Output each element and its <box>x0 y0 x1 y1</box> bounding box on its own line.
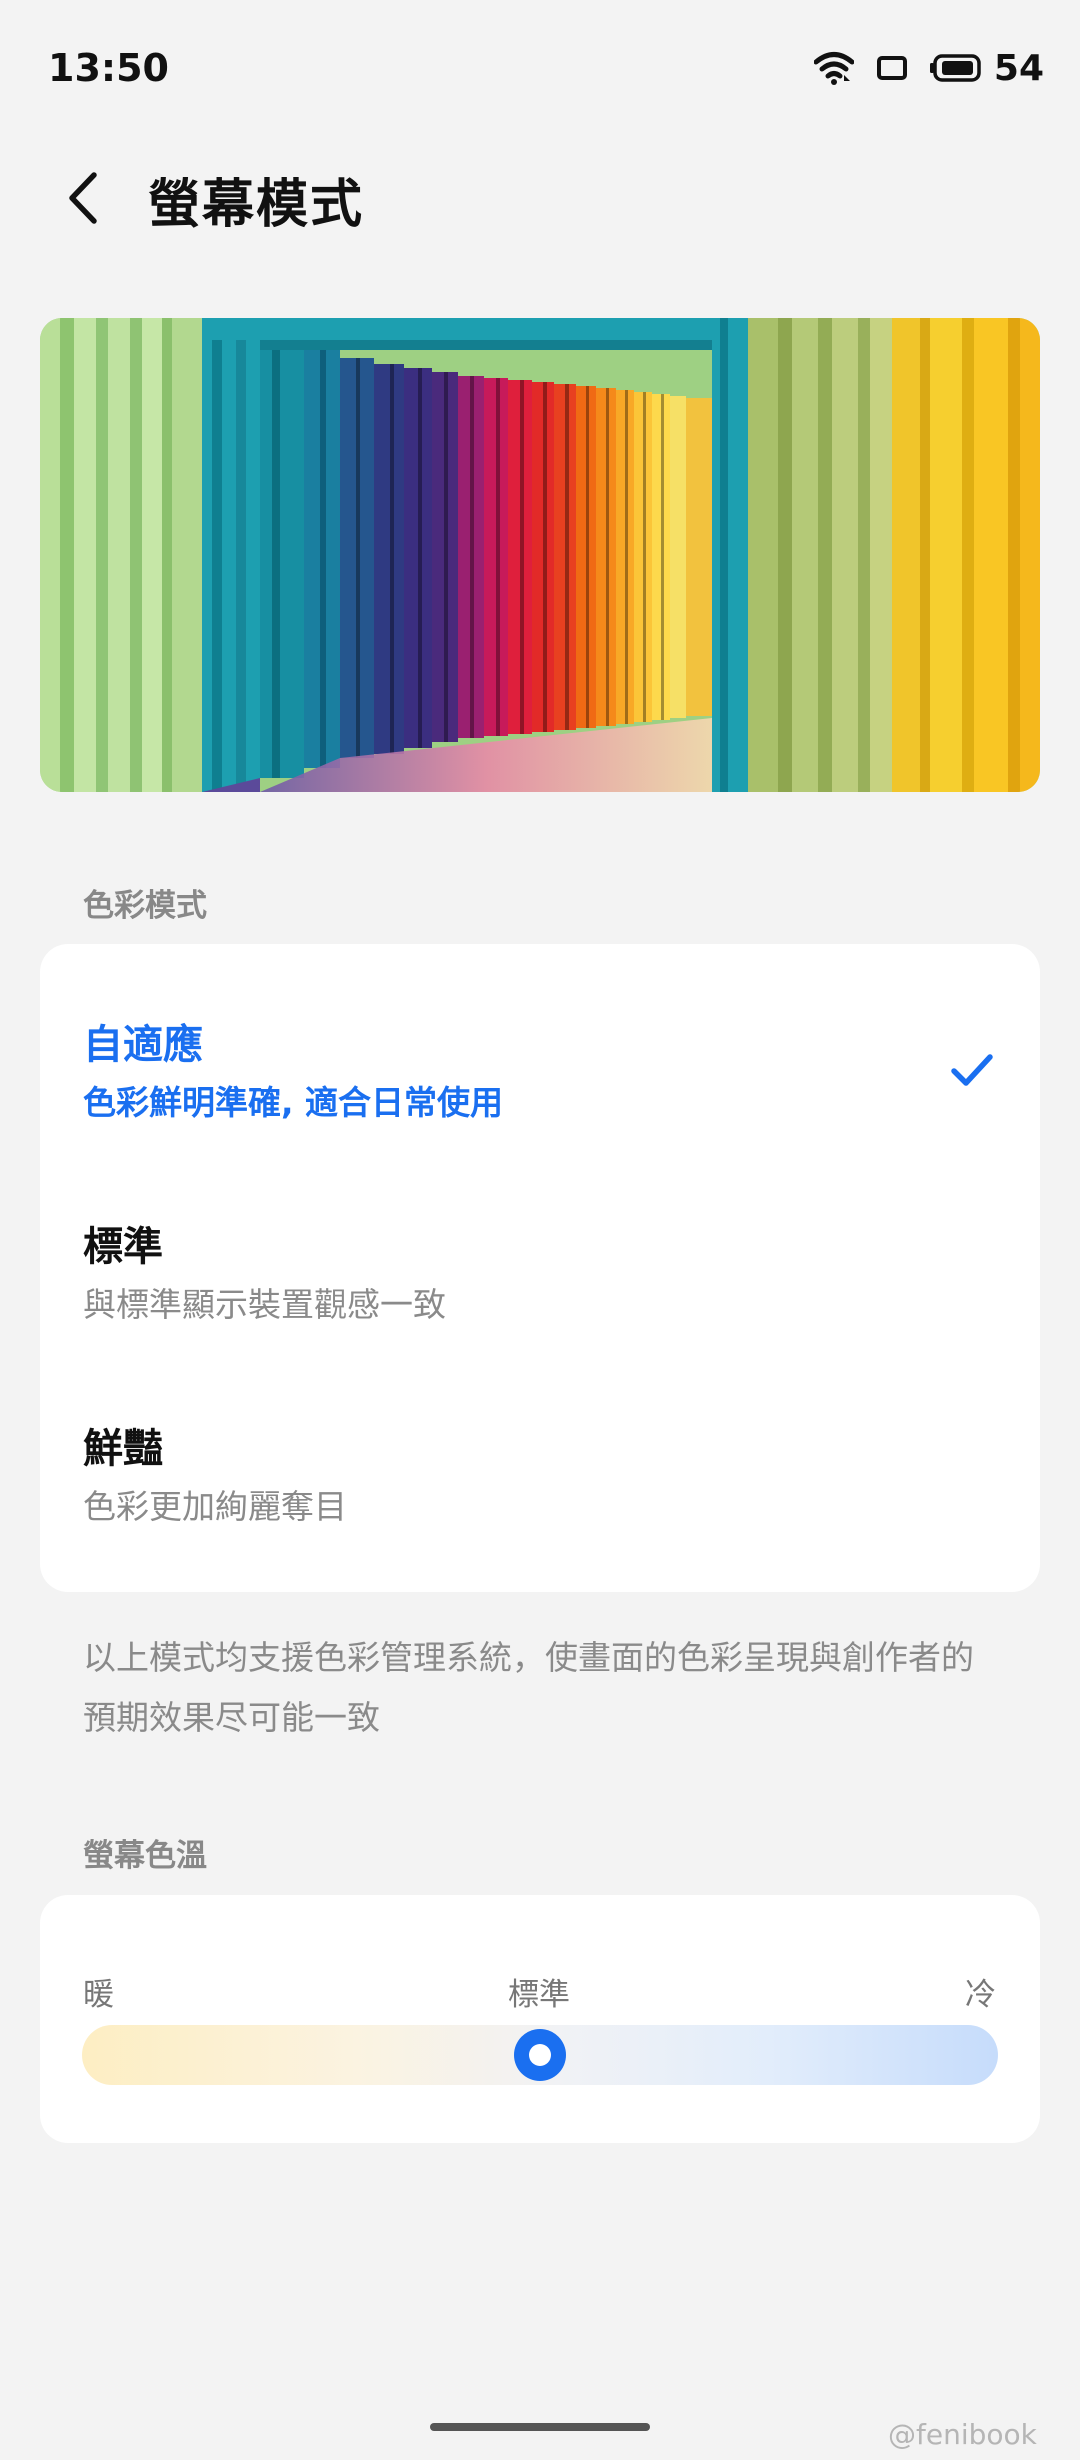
status-bar: 13:50 54 <box>0 0 1080 140</box>
home-indicator[interactable] <box>430 2423 650 2431</box>
mode-option-vivid[interactable]: 鮮豔 色彩更加絢麗奪目 <box>40 1416 1040 1596</box>
slider-thumb[interactable] <box>514 2029 566 2081</box>
preview-image <box>40 318 1040 792</box>
standard-label: 標準 <box>508 1977 570 2013</box>
color-temperature-section-label: 螢幕色溫 <box>83 1838 207 1874</box>
status-icons: 54 <box>813 46 1044 90</box>
mode-title: 鮮豔 <box>83 1426 163 1472</box>
battery-level: 54 <box>993 47 1044 89</box>
battery-icon <box>929 53 982 83</box>
back-button[interactable] <box>48 160 120 240</box>
check-icon <box>950 1052 994 1092</box>
mode-option-standard[interactable]: 標準 與標準顯示裝置觀感一致 <box>40 1214 1040 1394</box>
color-temperature-slider[interactable] <box>82 2025 998 2085</box>
mode-title: 自適應 <box>83 1022 203 1068</box>
slider-thumb-dot <box>529 2044 551 2066</box>
page-title: 螢幕模式 <box>148 175 365 235</box>
mode-title: 標準 <box>83 1224 163 1270</box>
wifi-icon <box>813 51 854 85</box>
color-management-note: 以上模式均支援色彩管理系統，使畫面的色彩呈現與創作者的預期效果尽可能一致 <box>83 1638 974 1737</box>
screen-rotation-icon <box>876 54 908 82</box>
watermark: @fenibook <box>888 2418 1037 2451</box>
status-time: 13:50 <box>48 46 169 90</box>
mode-description: 與標準顯示裝置觀感一致 <box>83 1285 446 1324</box>
color-mode-section-label: 色彩模式 <box>83 888 207 924</box>
colorful-corridor-photo <box>40 318 1040 792</box>
color-temperature-card: 暖 標準 冷 <box>40 1895 1040 2143</box>
mode-description: 色彩更加絢麗奪目 <box>83 1487 347 1526</box>
mode-option-adaptive[interactable]: 自適應 色彩鮮明準確, 適合日常使用 <box>40 1012 1040 1192</box>
mode-description: 色彩鮮明準確, 適合日常使用 <box>83 1083 504 1122</box>
warm-label: 暖 <box>83 1977 114 2013</box>
chevron-left-icon <box>64 171 104 229</box>
header: 螢幕模式 <box>0 150 1080 250</box>
color-mode-card: 自適應 色彩鮮明準確, 適合日常使用 標準 與標準顯示裝置觀感一致 鮮豔 色彩更… <box>40 944 1040 1592</box>
cool-label: 冷 <box>965 1977 996 2013</box>
